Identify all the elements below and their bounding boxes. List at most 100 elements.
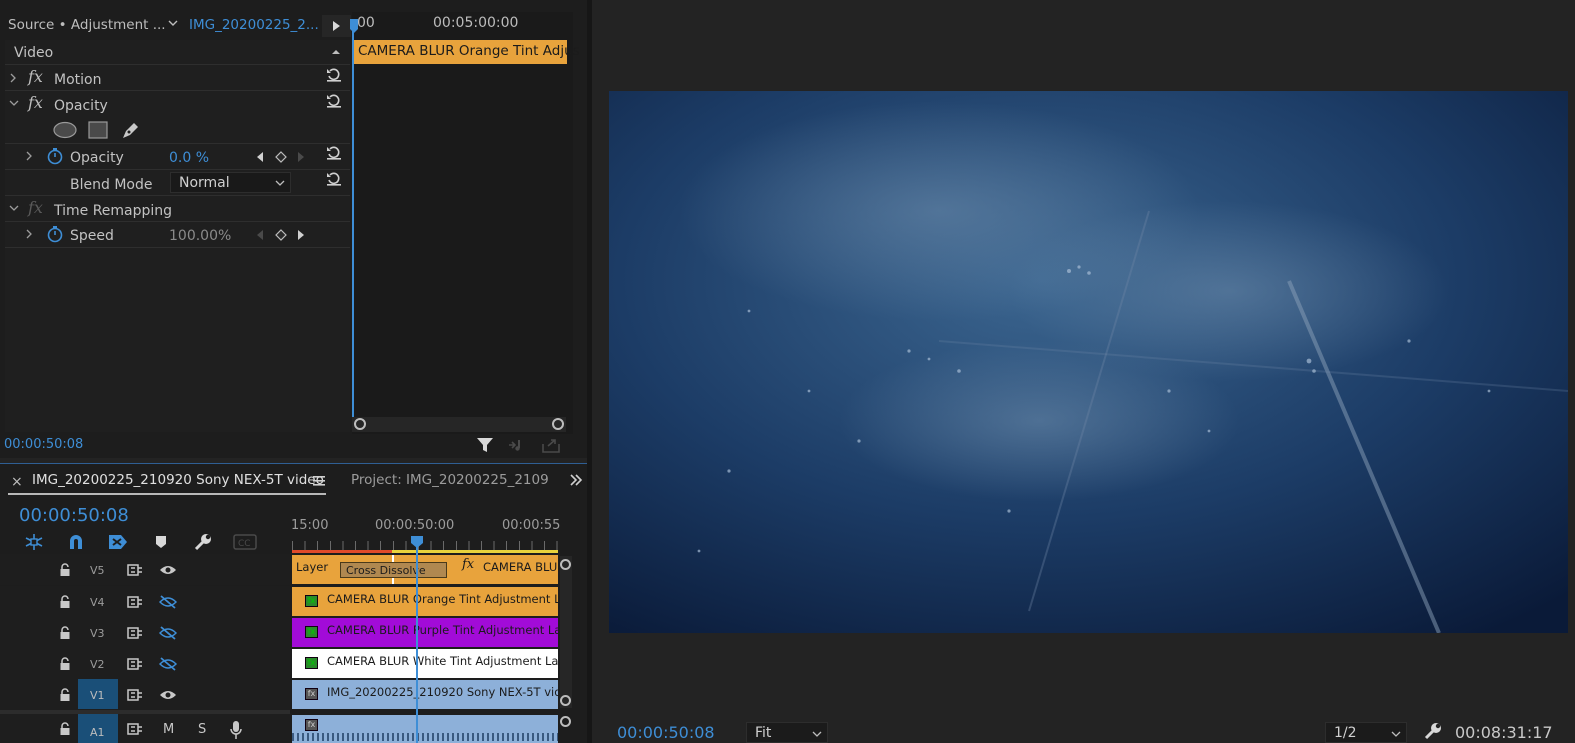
add-marker-icon[interactable] bbox=[154, 534, 168, 550]
track-header-v2[interactable] bbox=[0, 648, 290, 679]
resolution-value: 1/2 bbox=[1334, 725, 1357, 741]
snap-magnet-icon[interactable] bbox=[67, 533, 85, 551]
fx-badge-icon: fx bbox=[462, 557, 475, 572]
expand-chevron-icon[interactable] bbox=[8, 72, 18, 84]
eye-hidden-icon[interactable] bbox=[159, 656, 177, 672]
captions-icon[interactable]: CC bbox=[233, 534, 257, 550]
close-tab-icon[interactable]: × bbox=[11, 474, 23, 490]
microphone-icon[interactable] bbox=[229, 720, 243, 740]
effect-time-remapping-label: Time Remapping bbox=[54, 203, 173, 219]
lock-icon[interactable] bbox=[59, 688, 71, 702]
audio-loop-icon[interactable] bbox=[507, 437, 527, 453]
solo-button[interactable]: S bbox=[198, 722, 206, 737]
add-keyframe-icon[interactable] bbox=[275, 229, 287, 241]
reset-icon[interactable] bbox=[325, 93, 343, 109]
scroll-handle-bottom[interactable] bbox=[560, 695, 571, 706]
timeline-playhead-marker[interactable] bbox=[410, 535, 424, 549]
lock-icon[interactable] bbox=[59, 595, 71, 609]
source-current-time[interactable]: 00:00:50:08 bbox=[4, 437, 83, 452]
fx-icon[interactable]: fx bbox=[28, 93, 43, 112]
reset-icon[interactable] bbox=[325, 145, 343, 161]
sync-lock-icon[interactable] bbox=[127, 595, 143, 609]
zoom-select[interactable]: Fit bbox=[746, 722, 828, 743]
collapse-arrow-icon[interactable] bbox=[330, 46, 342, 58]
panel-menu-icon[interactable] bbox=[313, 476, 325, 486]
sync-lock-icon[interactable] bbox=[127, 563, 143, 577]
timeline-timecode[interactable]: 00:00:50:08 bbox=[19, 505, 129, 526]
wrench-icon[interactable] bbox=[193, 532, 213, 552]
chevron-down-icon[interactable] bbox=[167, 16, 179, 30]
ellipse-mask-icon[interactable] bbox=[52, 121, 78, 139]
add-keyframe-icon[interactable] bbox=[275, 151, 287, 163]
collapse-chevron-icon[interactable] bbox=[8, 203, 20, 213]
next-keyframe-icon[interactable] bbox=[296, 151, 306, 163]
fx-icon[interactable]: fx bbox=[28, 67, 43, 86]
nest-icon[interactable] bbox=[24, 533, 44, 551]
sync-lock-icon[interactable] bbox=[127, 626, 143, 640]
eye-hidden-icon[interactable] bbox=[159, 594, 177, 610]
clip-v2[interactable]: fx CAMERA BLUR White Tint Adjustment Lay… bbox=[292, 649, 558, 678]
sequence-tab[interactable]: IMG_20200225_210920 Sony NEX-5T video bbox=[32, 472, 324, 488]
sync-lock-icon[interactable] bbox=[127, 722, 143, 736]
track-header-v5[interactable] bbox=[0, 554, 290, 585]
track-header-v4[interactable] bbox=[0, 586, 290, 617]
linked-selection-icon[interactable] bbox=[107, 532, 129, 552]
track-header-v1[interactable] bbox=[0, 679, 290, 710]
collapse-chevron-icon[interactable] bbox=[8, 98, 20, 108]
prev-keyframe-icon[interactable] bbox=[255, 229, 265, 241]
eye-hidden-icon[interactable] bbox=[159, 625, 177, 641]
clip-v5[interactable]: Layer Cross Dissolve fx CAMERA BLU bbox=[292, 555, 558, 584]
clip-a1[interactable]: fx bbox=[292, 715, 558, 743]
reset-icon[interactable] bbox=[325, 171, 343, 187]
sync-lock-icon[interactable] bbox=[127, 657, 143, 671]
play-only-button[interactable] bbox=[322, 15, 351, 37]
scroll-handle-left[interactable] bbox=[354, 418, 366, 430]
program-video-frame[interactable] bbox=[609, 91, 1568, 633]
export-frame-icon[interactable] bbox=[541, 436, 561, 454]
source-tab[interactable]: Source • Adjustment ... bbox=[8, 17, 166, 33]
video-tracks-scrollbar[interactable] bbox=[560, 556, 572, 708]
panel-splitter[interactable] bbox=[587, 0, 592, 743]
rectangle-mask-icon[interactable] bbox=[88, 121, 108, 139]
scroll-handle-right[interactable] bbox=[552, 418, 564, 430]
prev-keyframe-icon[interactable] bbox=[255, 151, 265, 163]
expand-chevron-icon[interactable] bbox=[24, 150, 34, 162]
next-keyframe-icon[interactable] bbox=[296, 229, 306, 241]
more-tabs-icon[interactable] bbox=[569, 474, 583, 486]
audio-scroll-handle[interactable] bbox=[560, 716, 571, 727]
settings-wrench-icon[interactable] bbox=[1423, 721, 1443, 741]
clip-tab[interactable]: IMG_20200225_2... bbox=[189, 17, 319, 33]
reset-icon[interactable] bbox=[325, 67, 343, 83]
track-header-a1[interactable] bbox=[0, 714, 290, 743]
filter-icon[interactable] bbox=[476, 436, 494, 454]
clip-v4[interactable]: fx CAMERA BLUR Orange Tint Adjustment La… bbox=[292, 587, 558, 616]
expand-chevron-icon[interactable] bbox=[24, 228, 34, 240]
source-clip-bar[interactable]: CAMERA BLUR Orange Tint Adjus bbox=[354, 40, 580, 64]
lock-icon[interactable] bbox=[59, 657, 71, 671]
cross-dissolve-transition[interactable]: Cross Dissolve bbox=[340, 562, 447, 578]
lock-icon[interactable] bbox=[59, 626, 71, 640]
stopwatch-icon[interactable] bbox=[46, 225, 64, 243]
blend-mode-select[interactable]: Normal bbox=[170, 172, 291, 193]
project-tab[interactable]: Project: IMG_20200225_2109 bbox=[351, 472, 549, 488]
clip-v1[interactable]: fx IMG_20200225_210920 Sony NEX-5T video… bbox=[292, 680, 558, 709]
resolution-select[interactable]: 1/2 bbox=[1325, 722, 1407, 743]
pen-mask-icon[interactable] bbox=[120, 119, 142, 141]
clip-v2-label: CAMERA BLUR White Tint Adjustment Layer bbox=[327, 654, 558, 668]
track-header-v3[interactable] bbox=[0, 617, 290, 648]
opacity-value[interactable]: 0.0 % bbox=[169, 150, 209, 166]
eye-icon[interactable] bbox=[159, 563, 177, 577]
eye-icon[interactable] bbox=[159, 688, 177, 702]
zoom-scrollbar[interactable] bbox=[352, 417, 566, 432]
sync-lock-icon[interactable] bbox=[127, 688, 143, 702]
lock-icon[interactable] bbox=[59, 722, 71, 736]
speed-value[interactable]: 100.00% bbox=[169, 228, 231, 244]
playhead-marker[interactable] bbox=[349, 18, 359, 34]
clip-v3[interactable]: fx CAMERA BLUR Purple Tint Adjustment La… bbox=[292, 618, 558, 647]
program-timecode[interactable]: 00:00:50:08 bbox=[617, 723, 715, 742]
effect-keyframe-timeline[interactable] bbox=[352, 12, 573, 434]
stopwatch-icon[interactable] bbox=[46, 147, 64, 165]
scroll-handle-top[interactable] bbox=[560, 559, 571, 570]
lock-icon[interactable] bbox=[59, 563, 71, 577]
mute-button[interactable]: M bbox=[163, 722, 174, 737]
